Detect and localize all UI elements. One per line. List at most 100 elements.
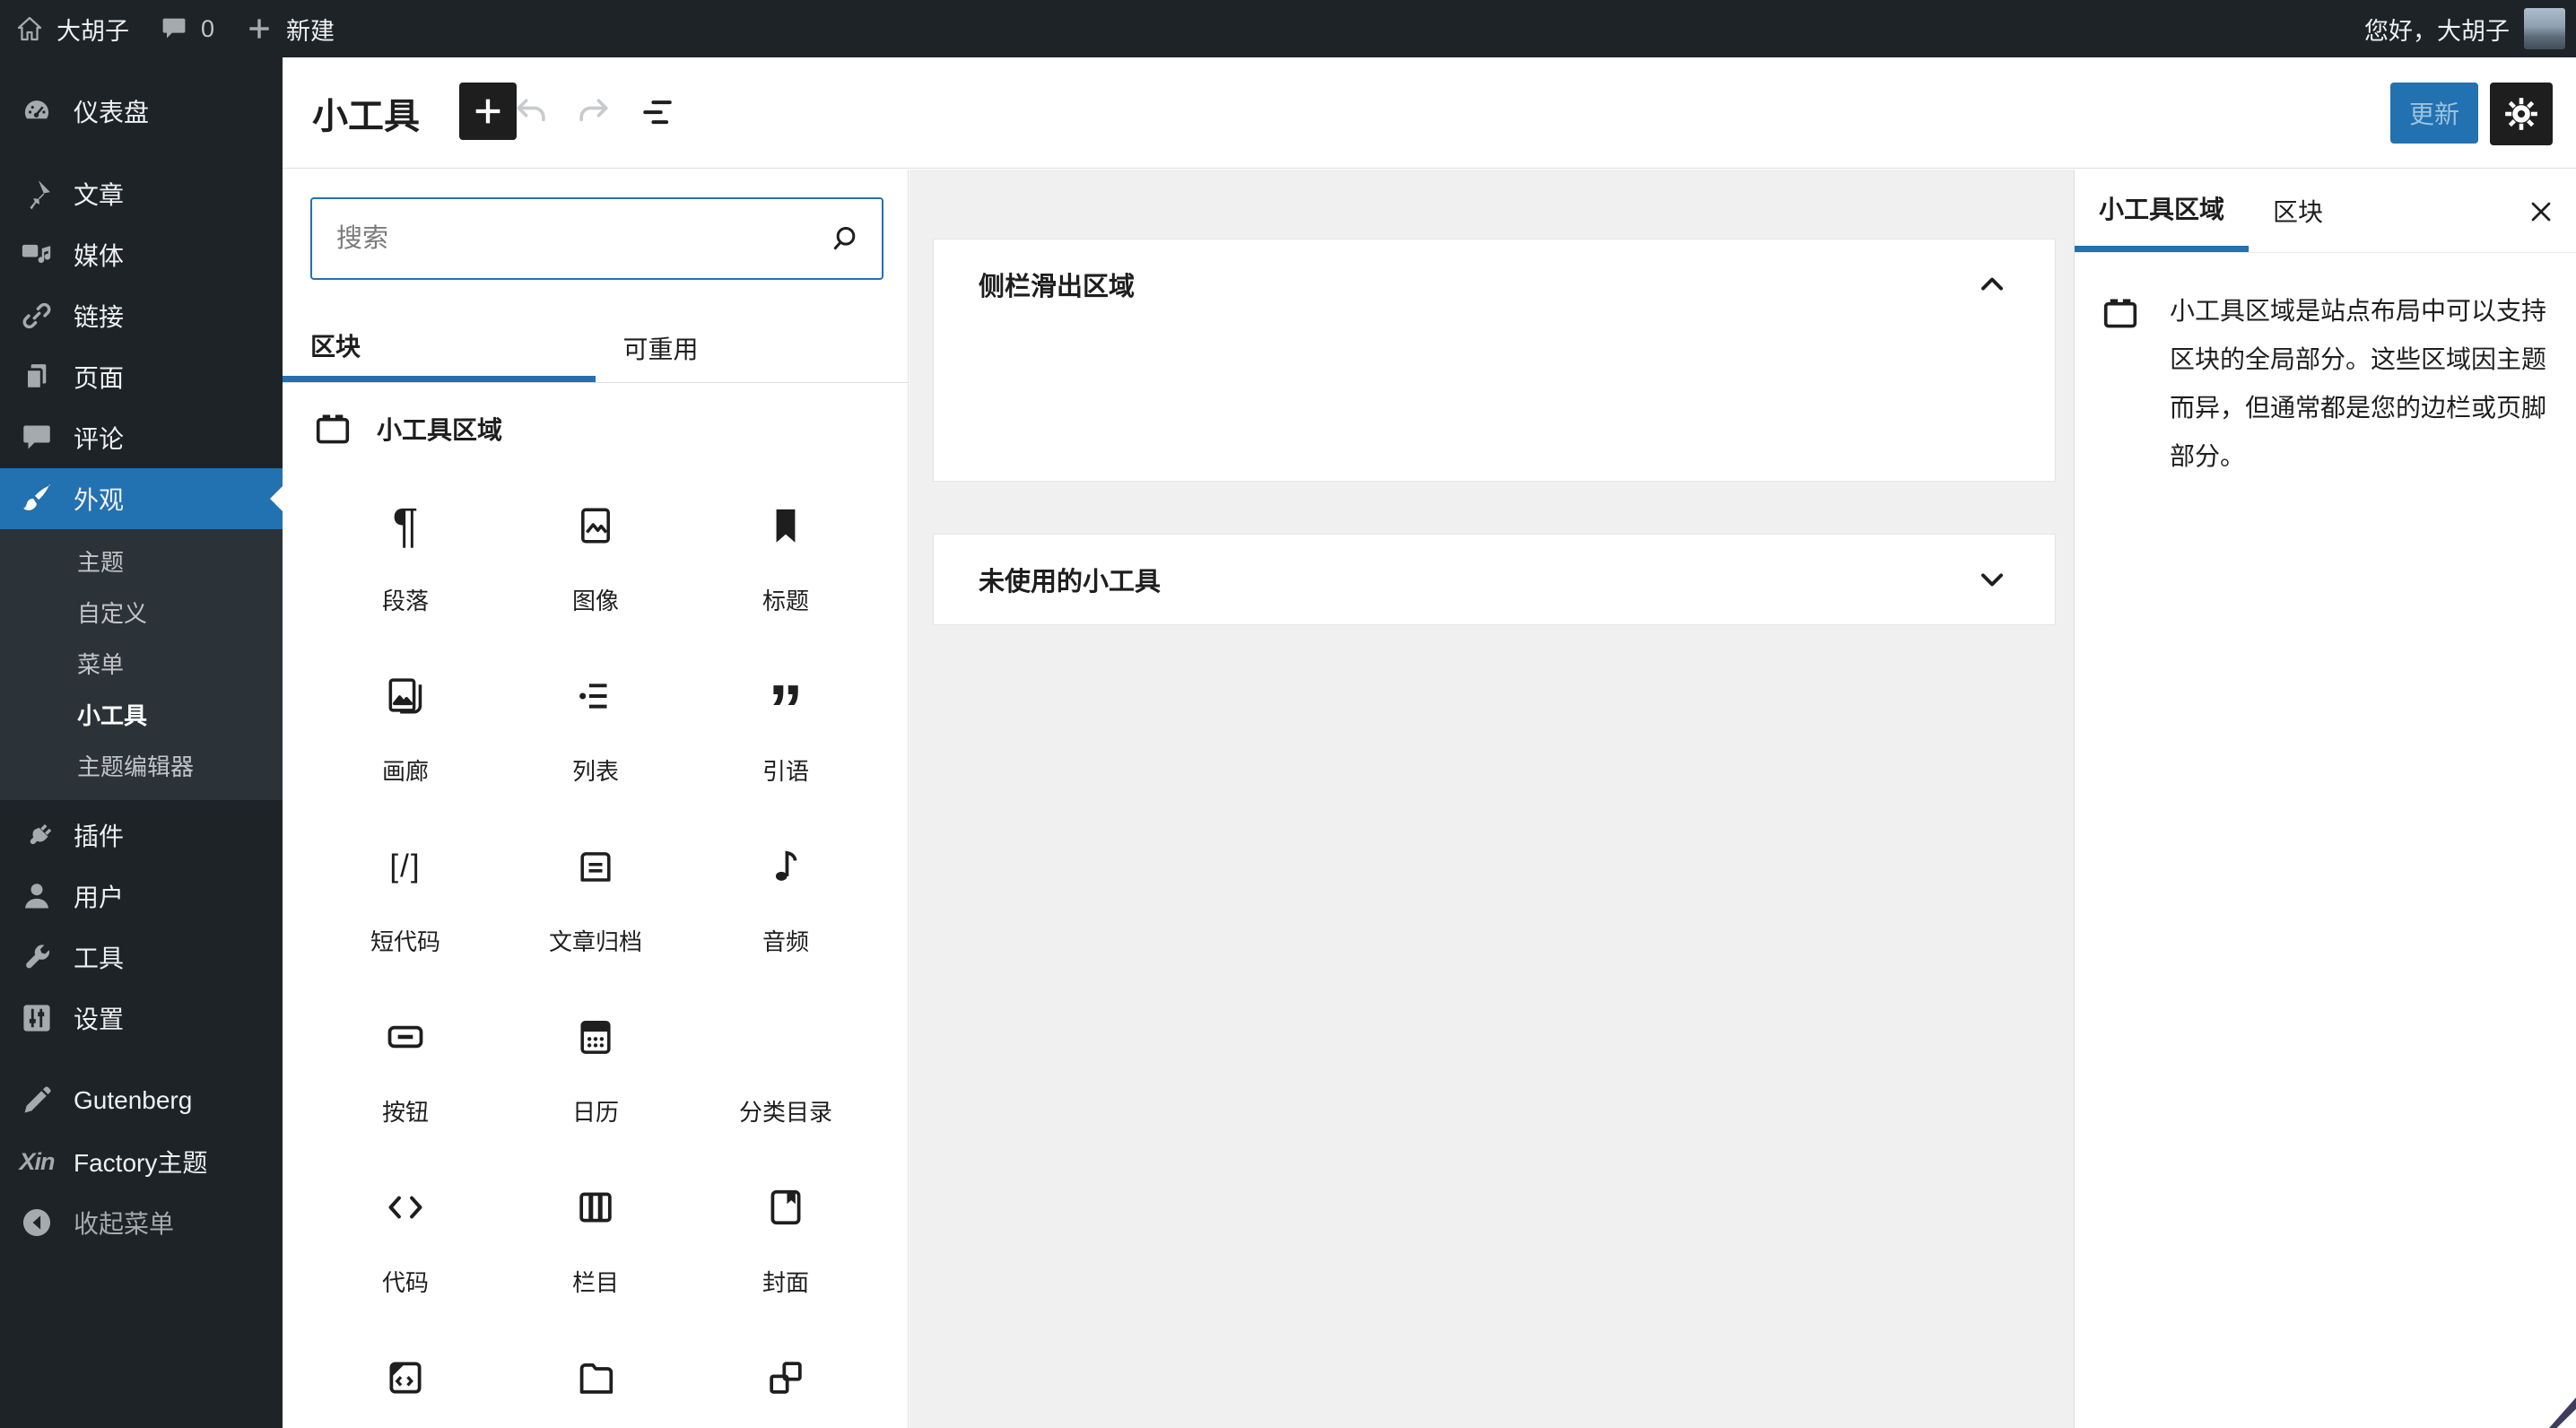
panel-header-0[interactable]: 侧栏滑出区域 [934, 239, 2055, 329]
block-item-calendar[interactable]: 日历 [500, 957, 691, 1128]
block-item-image[interactable]: 图像 [500, 446, 691, 616]
block-item-paragraph[interactable]: ¶ 段落 [310, 446, 500, 616]
submenu-item-主题编辑器[interactable]: 主题编辑器 [0, 742, 283, 793]
block-icon-wrap [573, 1350, 618, 1406]
wrench-icon [20, 940, 54, 974]
collapse-menu-button[interactable]: 收起菜单 [0, 1192, 283, 1253]
inserter-tab-reusable[interactable]: 可重用 [596, 314, 909, 382]
sidebar-item-label: 媒体 [74, 242, 125, 270]
editor-header: 小工具 更新 [283, 57, 2576, 169]
block-icon-wrap [573, 1180, 618, 1234]
button-icon [383, 1014, 428, 1059]
widget-area-icon [2100, 292, 2141, 334]
block-item-cover[interactable]: 封面 [691, 1128, 881, 1298]
settings-tab-widget-area[interactable]: 小工具区域 [2075, 170, 2250, 252]
block-item-columns[interactable]: 栏目 [500, 1128, 691, 1298]
pencil-icon [20, 1084, 54, 1118]
undo-button[interactable] [509, 90, 555, 136]
sidebar-item-users[interactable]: 用户 [0, 866, 283, 927]
widget-area-panel-1: 未使用的小工具 [933, 534, 2056, 625]
block-label: 画廊 [381, 758, 429, 785]
block-label: 日历 [571, 1099, 619, 1126]
inserter-tab-blocks[interactable]: 区块 [283, 314, 596, 382]
admin-bar-site-menu[interactable]: 大胡子 [0, 0, 144, 57]
block-item-list[interactable]: 列表 [500, 616, 691, 787]
sidebar-item-dashboard[interactable]: 仪表盘 [0, 83, 283, 140]
collapse-menu-label: 收起菜单 [74, 1210, 175, 1238]
block-item-folder[interactable] [500, 1298, 691, 1428]
widget-area-category-header: 小工具区域 [312, 408, 502, 449]
block-item-categories[interactable]: 分类目录 [691, 957, 881, 1128]
sidebar-item-xin-factory[interactable]: Xin Factory主题 [0, 1131, 283, 1192]
panel-header-1[interactable]: 未使用的小工具 [934, 535, 2055, 624]
inserter-tabs: 区块 可重用 [283, 314, 908, 383]
avatar[interactable] [2524, 8, 2565, 49]
block-item-quote[interactable]: ” 引语 [691, 616, 881, 787]
sidebar-item-comments[interactable]: 评论 [0, 407, 283, 468]
block-item-html[interactable] [310, 1298, 500, 1428]
block-item-audio[interactable]: 音频 [691, 787, 881, 957]
submenu-item-菜单[interactable]: 菜单 [0, 640, 283, 691]
comment-icon [20, 421, 54, 455]
sliders-icon [20, 1001, 54, 1035]
sidebar-item-label: 工具 [74, 945, 125, 972]
submenu-item-小工具[interactable]: 小工具 [0, 691, 283, 742]
sidebar-item-links[interactable]: 链接 [0, 285, 283, 346]
close-settings-button[interactable] [2519, 189, 2563, 234]
sidebar-item-label: 插件 [74, 823, 125, 850]
update-button[interactable]: 更新 [2390, 83, 2478, 144]
sidebar-item-posts[interactable]: 文章 [0, 163, 283, 224]
block-icon-wrap [383, 1009, 428, 1064]
admin-bar-comments[interactable]: 0 [144, 0, 230, 57]
sidebar-item-appearance[interactable]: 外观 [0, 468, 283, 529]
block-icon-wrap [763, 1350, 808, 1406]
block-item-heading[interactable]: 标题 [691, 446, 881, 616]
block-inserter-panel: 区块可重用 小工具区域 ¶ 段落 图像 标题画廊 列表 ” 引语 [/] 短代码 文章归档 音频按钮… [283, 170, 909, 1428]
block-label: 文章归档 [548, 928, 642, 955]
block-icon-wrap: ¶ [392, 498, 418, 553]
block-item-archives[interactable]: 文章归档 [500, 787, 691, 957]
block-icon-wrap [573, 1009, 618, 1064]
sidebar-item-label: Gutenberg [74, 1086, 193, 1114]
block-label: 短代码 [370, 928, 440, 955]
sidebar-item-label: 页面 [74, 364, 125, 392]
cover-icon [763, 1185, 808, 1230]
sidebar-item-settings[interactable]: 设置 [0, 988, 283, 1049]
block-icon-wrap: [/] [389, 839, 421, 893]
list-view-button[interactable] [634, 90, 681, 136]
sidebar-item-plugins[interactable]: 插件 [0, 805, 283, 866]
settings-tab-block[interactable]: 区块 [2249, 170, 2347, 252]
block-icon-wrap [573, 498, 618, 553]
menu-gap [0, 1049, 283, 1070]
redo-button[interactable] [570, 90, 616, 136]
dashboard-icon [20, 94, 54, 128]
admin-bar-new[interactable]: 新建 [230, 0, 350, 57]
block-label: 列表 [571, 758, 619, 785]
gear-icon [2502, 95, 2540, 133]
pushpin-icon [20, 177, 54, 211]
block-item-shortcode[interactable]: [/] 短代码 [310, 787, 500, 957]
submenu-item-自定义[interactable]: 自定义 [0, 588, 283, 640]
block-item-latest-posts[interactable] [691, 1298, 881, 1428]
block-item-button[interactable]: 按钮 [310, 957, 500, 1128]
heading-icon [763, 503, 808, 548]
sidebar-item-media[interactable]: 媒体 [0, 224, 283, 285]
sidebar-item-tools[interactable]: 工具 [0, 927, 283, 988]
submenu-item-主题[interactable]: 主题 [0, 537, 283, 588]
sidebar-item-label: Factory主题 [74, 1149, 208, 1177]
block-label: 引语 [761, 758, 809, 785]
block-label: 代码 [381, 1269, 429, 1296]
sidebar-item-pages[interactable]: 页面 [0, 346, 283, 407]
block-item-code[interactable]: 代码 [310, 1128, 500, 1298]
block-item-gallery[interactable]: 画廊 [310, 616, 500, 787]
settings-toggle-button[interactable] [2490, 83, 2553, 145]
sidebar-item-label: 仪表盘 [74, 99, 150, 126]
user-greeting[interactable]: 您好，大胡子 [2364, 12, 2510, 47]
brush-icon [20, 482, 54, 516]
sidebar-item-gutenberg[interactable]: Gutenberg [0, 1070, 283, 1131]
block-label: 分类目录 [738, 1099, 832, 1126]
block-grid: ¶ 段落 图像 标题画廊 列表 ” 引语 [/] 短代码 文章归档 音频按钮 日历 分类目录代码 栏目 封面 [310, 446, 881, 1428]
gallery-icon [383, 674, 428, 718]
block-search-input[interactable] [312, 223, 826, 254]
media-icon [20, 238, 54, 272]
